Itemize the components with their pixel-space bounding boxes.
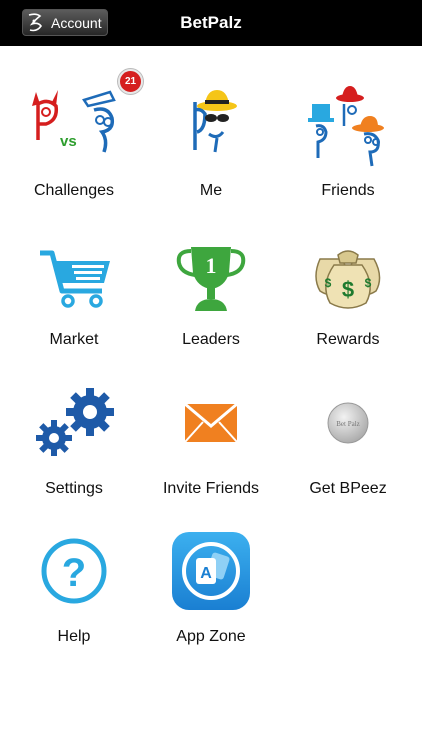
tile-label: Get BPeez [309,480,387,497]
svg-text:vs: vs [60,133,77,150]
challenges-count-badge: 21 [118,69,143,94]
trophy-icon: 1 [161,229,261,319]
friends-icon [298,80,398,170]
gears-icon [24,378,124,468]
tile-app-zone[interactable]: A App Zone [141,492,281,645]
envelope-icon [161,378,261,468]
tile-me[interactable]: Me [141,46,281,199]
money-bags-icon: $ $ $ [298,229,398,319]
tile-leaders[interactable]: 1 Leaders [141,195,281,348]
tile-challenges[interactable]: vs 21 Challenges [4,46,144,199]
tile-market[interactable]: Market [4,195,144,348]
top-bar: Account BetPalz [0,0,422,46]
bpeez-coin-icon: Bet Palz [298,378,398,468]
svg-text:$: $ [365,276,372,290]
tile-invite-friends[interactable]: Invite Friends [141,344,281,497]
svg-text:$: $ [342,277,354,302]
coin-text: Bet Palz [336,420,360,428]
tile-label: Help [57,628,91,645]
tile-friends[interactable]: Friends [278,46,418,199]
help-question-mark: ? [62,551,86,595]
tile-get-bpeez[interactable]: Bet Palz Get BPeez [278,344,418,497]
trophy-number: 1 [206,253,217,278]
app-zone-letter: A [200,565,212,582]
tile-label: App Zone [176,628,246,645]
svg-text:$: $ [325,276,332,290]
tile-help[interactable]: ? Help [4,492,144,645]
menu-grid: vs 21 Challenges Me Friends Market 1 Lea… [0,46,422,750]
tile-settings[interactable]: Settings [4,344,144,497]
tile-rewards[interactable]: $ $ $ Rewards [278,195,418,348]
app-zone-icon: A [161,526,261,616]
me-icon [161,80,261,170]
help-icon: ? [24,526,124,616]
cart-icon [24,229,124,319]
page-title: BetPalz [180,13,242,32]
challenges-icon: vs [24,80,124,170]
